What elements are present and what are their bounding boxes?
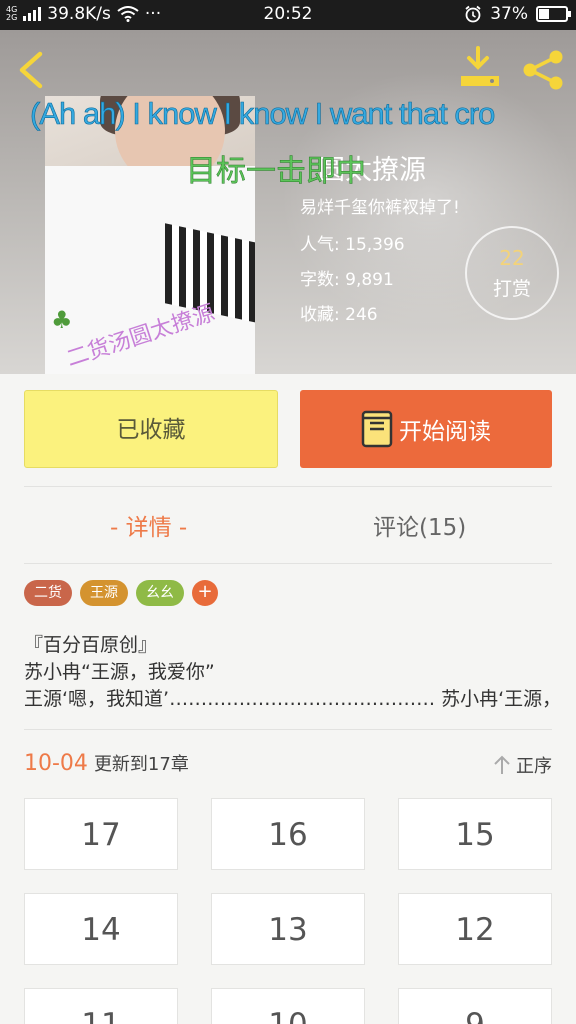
start-reading-button[interactable]: 开始阅读 — [300, 390, 552, 468]
chapter-item[interactable]: 15 — [398, 798, 552, 870]
tag-item[interactable]: 幺幺 — [136, 580, 184, 606]
divider — [24, 729, 552, 730]
divider — [24, 486, 552, 487]
battery-fill — [539, 9, 549, 19]
chapter-item[interactable]: 9 — [398, 988, 552, 1024]
favorited-button[interactable]: 已收藏 — [24, 390, 278, 468]
description-line: 『百分百原创』 — [24, 634, 158, 656]
update-info: 10-04 更新到17章 — [24, 750, 189, 776]
book-cover: ♣ 二货汤圆太撩源 — [45, 96, 255, 374]
tag-item[interactable]: 王源 — [80, 580, 128, 606]
update-date: 10-04 — [24, 751, 88, 776]
book-subtitle: 易烊千玺你裤衩掉了! — [300, 198, 460, 218]
chapter-item[interactable]: 11 — [24, 988, 178, 1024]
share-icon[interactable] — [520, 48, 566, 92]
chapter-item[interactable]: 12 — [398, 893, 552, 965]
tag-item[interactable]: 二货 — [24, 580, 72, 606]
chapter-item[interactable]: 17 — [24, 798, 178, 870]
download-icon[interactable] — [458, 46, 502, 90]
stat-popularity: 人气: 15,396 — [300, 235, 405, 255]
book-description[interactable]: 『百分百原创』 苏小冉“王源，我爱你” 王源‘嗯，我知道’……………………………… — [24, 632, 554, 713]
lyric-overlay-2: 目标一击即中 — [186, 154, 367, 190]
book-header: ♣ 二货汤圆太撩源 圆太撩源 (Ah ah) I know I know I w… — [0, 30, 576, 374]
stat-word-count: 字数: 9,891 — [300, 270, 394, 290]
status-right: 37% — [464, 4, 571, 24]
arrow-up-icon — [494, 755, 510, 774]
update-text: 更新到17章 — [93, 754, 189, 775]
tag-list: 二货 王源 幺幺 + — [24, 580, 218, 606]
sort-button[interactable]: 正序 — [492, 752, 552, 778]
description-line: 王源‘嗯，我知道’…………………………………… 苏小冉‘王源，我 — [24, 688, 554, 710]
tab-comments[interactable]: 评论(15) — [373, 508, 466, 542]
add-tag-button[interactable]: + — [192, 580, 218, 606]
chapter-item[interactable]: 13 — [211, 893, 365, 965]
divider — [24, 563, 552, 564]
description-line: 苏小冉“王源，我爱你” — [24, 661, 215, 683]
reward-count: 22 — [499, 246, 525, 270]
reward-label: 打赏 — [492, 278, 531, 300]
lyric-overlay: (Ah ah) I know I know I want that cro — [30, 96, 496, 131]
battery-percent: 37% — [490, 4, 528, 24]
back-icon[interactable] — [14, 50, 48, 90]
book-icon — [361, 410, 393, 448]
clover-icon: ♣ — [51, 306, 73, 334]
chapter-item[interactable]: 16 — [211, 798, 365, 870]
reward-button[interactable]: 22 打赏 — [465, 226, 559, 320]
sort-label: 正序 — [516, 756, 552, 777]
status-bar: 4G 2G 39.8K/s ··· 20:52 37% — [0, 0, 576, 30]
tab-detail[interactable]: - 详情 - — [110, 508, 187, 542]
start-reading-label: 开始阅读 — [399, 419, 491, 445]
chapter-item[interactable]: 10 — [211, 988, 365, 1024]
battery-icon — [536, 6, 571, 22]
chapter-item[interactable]: 14 — [24, 893, 178, 965]
stat-favorites: 收藏: 246 — [300, 305, 378, 325]
alarm-icon — [465, 5, 481, 23]
